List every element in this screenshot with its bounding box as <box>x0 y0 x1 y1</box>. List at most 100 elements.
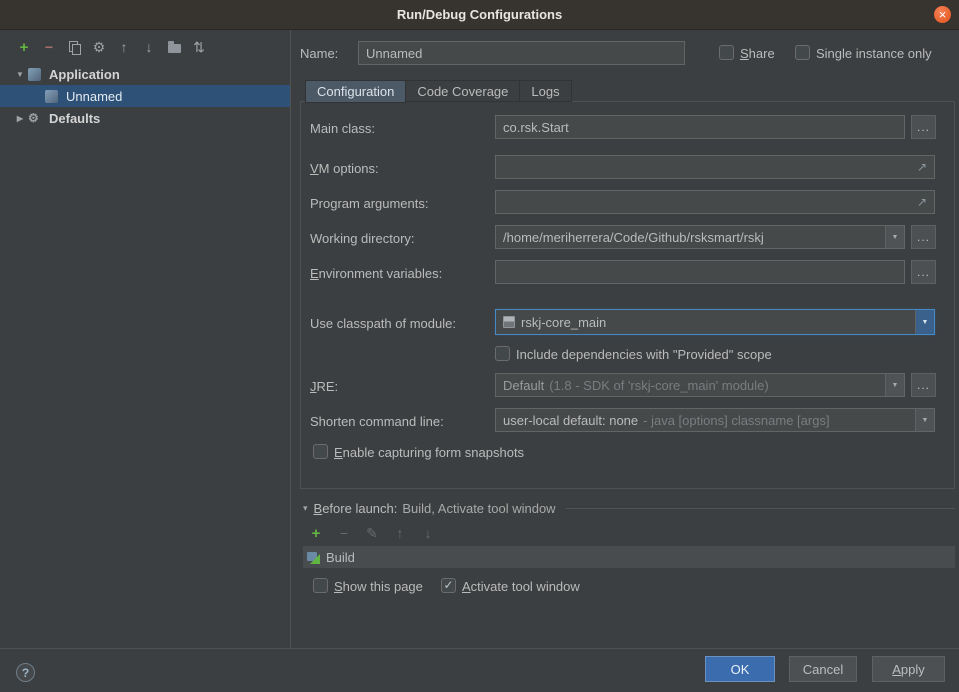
shorten-command-label: Shorten command line: <box>310 414 444 429</box>
tab-configuration[interactable]: Configuration <box>305 80 406 103</box>
name-input[interactable]: Unnamed <box>358 41 685 65</box>
add-icon: + <box>312 525 321 542</box>
show-this-page-checkbox[interactable] <box>313 578 328 593</box>
before-launch-title: Before launch: <box>314 501 398 516</box>
jre-dropdown-button[interactable]: ▼ <box>885 374 904 396</box>
shorten-command-dropdown-button[interactable]: ▼ <box>915 409 934 431</box>
tab-code-coverage[interactable]: Code Coverage <box>405 80 520 102</box>
shorten-command-combo[interactable]: user-local default: none - java [options… <box>495 408 935 432</box>
copy-icon <box>69 41 80 54</box>
arrow-down-icon: ↓ <box>146 39 153 55</box>
create-folder-button[interactable] <box>166 39 182 55</box>
dialog-title: Run/Debug Configurations <box>397 7 562 22</box>
before-launch-edit-button[interactable]: ✎ <box>364 525 380 541</box>
working-directory-dropdown-button[interactable]: ▼ <box>885 226 904 248</box>
tab-logs[interactable]: Logs <box>519 80 571 102</box>
sidebar-toolbar: + − ⚙ ↑ ↓ ⇅ <box>0 30 290 61</box>
sort-configurations-button[interactable]: ⇅ <box>191 39 207 55</box>
classpath-module-dropdown-button[interactable]: ▼ <box>915 310 934 334</box>
environment-variables-label: Environment variables: <box>310 266 442 281</box>
folder-icon <box>168 44 181 53</box>
include-provided-checkbox[interactable] <box>495 346 510 361</box>
remove-configuration-button[interactable]: − <box>41 39 57 55</box>
before-launch-move-up-button[interactable]: ↑ <box>392 525 408 541</box>
cancel-button[interactable]: Cancel <box>789 656 857 682</box>
pencil-icon: ✎ <box>366 525 378 542</box>
working-directory-combo[interactable]: /home/meriherrera/Code/Github/rsksmart/r… <box>495 225 905 249</box>
move-up-button[interactable]: ↑ <box>116 39 132 55</box>
help-button[interactable]: ? <box>16 663 35 682</box>
main-class-value: co.rsk.Start <box>503 120 569 135</box>
shorten-command-value: user-local default: none <box>503 413 638 428</box>
classpath-module-combo[interactable]: rskj-core_main ▼ <box>495 309 935 335</box>
environment-variables-browse-button[interactable]: ... <box>911 260 936 284</box>
include-provided-label: Include dependencies with "Provided" sco… <box>516 347 772 362</box>
name-value: Unnamed <box>366 46 422 61</box>
expand-field-icon[interactable]: ↗ <box>917 160 927 174</box>
application-icon <box>45 90 58 103</box>
jre-value: Default <box>503 378 544 393</box>
arrow-up-icon: ↑ <box>397 525 404 541</box>
chevron-right-icon[interactable]: ▶ <box>12 114 28 123</box>
build-item-label: Build <box>326 550 355 565</box>
use-classpath-label: Use classpath of module: <box>310 316 456 331</box>
close-button[interactable]: × <box>934 6 951 23</box>
before-launch-move-down-button[interactable]: ↓ <box>420 525 436 541</box>
before-launch-item-build[interactable]: Build <box>303 546 955 568</box>
add-icon: + <box>20 39 29 56</box>
working-directory-browse-button[interactable]: ... <box>911 225 936 249</box>
activate-tool-window-checkbox[interactable]: ✓ <box>441 578 456 593</box>
section-divider <box>566 508 955 509</box>
tree-item-label: Unnamed <box>66 89 122 104</box>
add-configuration-button[interactable]: + <box>16 39 32 55</box>
configurations-sidebar: + − ⚙ ↑ ↓ ⇅ ▼ Application Unnamed ▶ ⚙ De… <box>0 30 291 648</box>
copy-configuration-button[interactable] <box>66 39 82 55</box>
program-arguments-input[interactable]: ↗ <box>495 190 935 214</box>
build-icon <box>307 551 320 564</box>
before-launch-add-button[interactable]: + <box>308 525 324 541</box>
chevron-down-icon[interactable]: ▼ <box>12 70 28 79</box>
tree-item-label: Defaults <box>49 111 100 126</box>
share-label: Share <box>740 46 775 61</box>
help-icon: ? <box>22 666 29 680</box>
application-icon <box>28 68 41 81</box>
vm-options-label: VM options: <box>310 161 379 176</box>
remove-icon: − <box>45 39 53 55</box>
module-icon <box>503 316 515 328</box>
jre-label: JRE: <box>310 379 338 394</box>
activate-tool-window-label: Activate tool window <box>462 579 580 594</box>
jre-combo[interactable]: Default (1.8 - SDK of 'rskj-core_main' m… <box>495 373 905 397</box>
tree-item-defaults[interactable]: ▶ ⚙ Defaults <box>0 107 290 129</box>
single-instance-checkbox[interactable] <box>795 45 810 60</box>
before-launch-toolbar: + − ✎ ↑ ↓ <box>308 525 436 541</box>
gear-icon: ⚙ <box>93 39 106 56</box>
section-collapse-icon[interactable]: ▾ <box>303 503 308 514</box>
chevron-down-icon: ▼ <box>922 319 929 326</box>
before-launch-remove-button[interactable]: − <box>336 525 352 541</box>
shorten-command-hint: - java [options] classname [args] <box>643 413 829 428</box>
edit-defaults-button[interactable]: ⚙ <box>91 39 107 55</box>
expand-field-icon[interactable]: ↗ <box>917 195 927 209</box>
working-directory-label: Working directory: <box>310 231 415 246</box>
sort-icon: ⇅ <box>193 39 205 56</box>
main-class-input[interactable]: co.rsk.Start <box>495 115 905 139</box>
move-down-button[interactable]: ↓ <box>141 39 157 55</box>
tree-item-unnamed[interactable]: Unnamed <box>0 85 290 107</box>
close-icon: × <box>939 8 947 21</box>
apply-button[interactable]: Apply <box>872 656 945 682</box>
config-tabs: Configuration Code Coverage Logs <box>305 80 571 102</box>
before-launch-section-header[interactable]: ▾ Before launch: Build, Activate tool wi… <box>303 501 955 516</box>
classpath-module-value: rskj-core_main <box>521 315 606 330</box>
chevron-down-icon: ▼ <box>892 234 899 241</box>
share-checkbox[interactable] <box>719 45 734 60</box>
program-arguments-label: Program arguments: <box>310 196 429 211</box>
capture-snapshots-checkbox[interactable] <box>313 444 328 459</box>
vm-options-input[interactable]: ↗ <box>495 155 935 179</box>
environment-variables-input[interactable] <box>495 260 905 284</box>
name-label: Name: <box>300 46 338 61</box>
jre-browse-button[interactable]: ... <box>911 373 936 397</box>
ok-button[interactable]: OK <box>705 656 775 682</box>
tree-item-application[interactable]: ▼ Application <box>0 63 290 85</box>
arrow-down-icon: ↓ <box>425 525 432 541</box>
main-class-browse-button[interactable]: ... <box>911 115 936 139</box>
